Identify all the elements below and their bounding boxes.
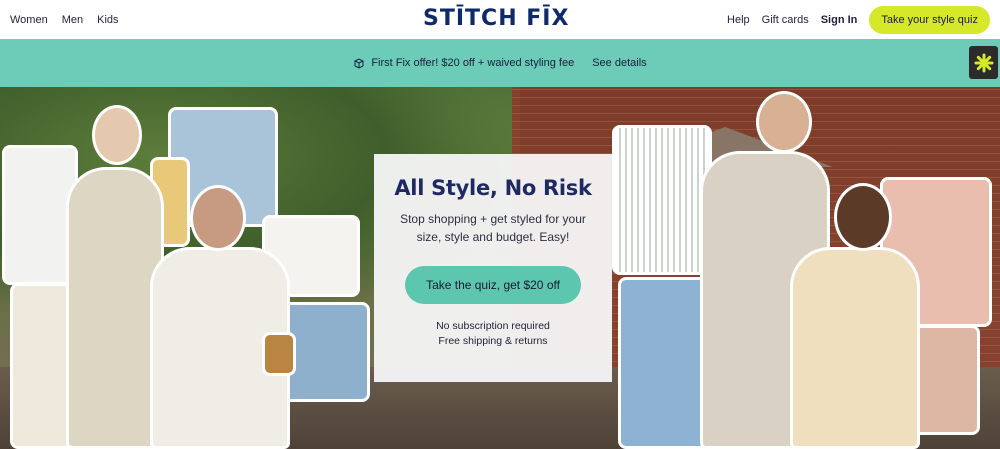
hero-title: All Style, No Risk bbox=[394, 176, 592, 200]
man-two-head-image bbox=[834, 183, 892, 251]
free-shipping-note: Free shipping & returns bbox=[438, 335, 548, 347]
asterisk-chat-icon bbox=[974, 53, 993, 72]
stitch-fix-logo[interactable]: STĪTCH FĪX bbox=[423, 6, 569, 31]
nav-women[interactable]: Women bbox=[10, 14, 48, 26]
hero-notes: No subscription required Free shipping &… bbox=[436, 319, 550, 349]
hero-subtitle: Stop shopping + get styled for your size… bbox=[400, 212, 586, 244]
site-header: Women Men Kids STĪTCH FĪX Help Gift card… bbox=[0, 0, 1000, 39]
sign-in-link[interactable]: Sign In bbox=[821, 14, 858, 26]
nav-men[interactable]: Men bbox=[62, 14, 83, 26]
promo-banner: First Fix offer! $20 off + waived stylin… bbox=[0, 39, 1000, 87]
style-quiz-button[interactable]: Take your style quiz bbox=[869, 5, 990, 34]
nav-kids[interactable]: Kids bbox=[97, 14, 118, 26]
see-details-link[interactable]: See details bbox=[592, 57, 646, 69]
hero-section: All Style, No Risk Stop shopping + get s… bbox=[0, 87, 1000, 449]
woman-two-head-image bbox=[190, 185, 246, 251]
man-in-cream-polo-image bbox=[790, 247, 920, 449]
striped-shirt-image bbox=[612, 125, 712, 275]
handbag-image bbox=[262, 332, 296, 376]
hero-card: All Style, No Risk Stop shopping + get s… bbox=[374, 154, 612, 382]
chat-button[interactable] bbox=[969, 46, 998, 79]
no-subscription-note: No subscription required bbox=[436, 320, 550, 332]
woman-one-head-image bbox=[92, 105, 142, 165]
nav-gift-cards[interactable]: Gift cards bbox=[762, 14, 809, 26]
nav-help[interactable]: Help bbox=[727, 14, 750, 26]
man-one-head-image bbox=[756, 91, 812, 153]
take-quiz-cta-button[interactable]: Take the quiz, get $20 off bbox=[405, 266, 581, 304]
gift-box-icon bbox=[354, 58, 364, 69]
nav-right: Help Gift cards Sign In Take your style … bbox=[715, 0, 990, 39]
nav-left: Women Men Kids bbox=[10, 0, 119, 39]
promo-text: First Fix offer! $20 off + waived stylin… bbox=[371, 57, 575, 69]
